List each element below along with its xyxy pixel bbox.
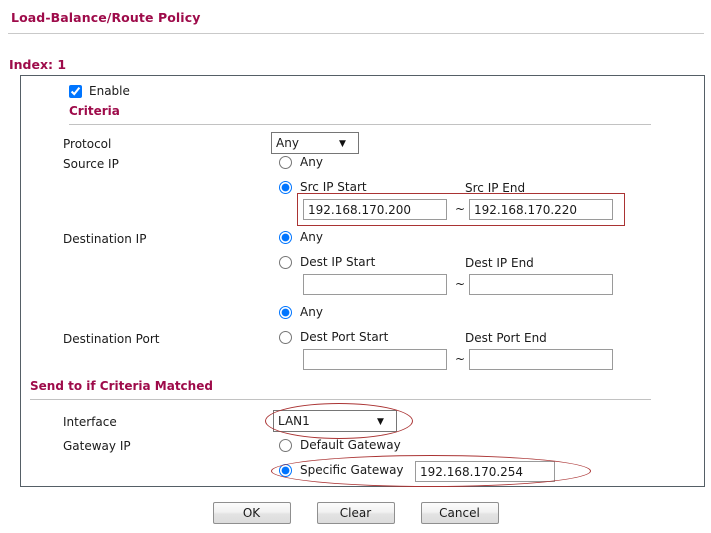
gateway-specific-radio[interactable] — [279, 463, 292, 477]
policy-panel: Enable Criteria Protocol Any ▼ Source IP… — [20, 75, 705, 487]
source-ip-range-radio[interactable] — [279, 180, 292, 194]
dest-ip-separator: ~ — [455, 277, 466, 291]
clear-button[interactable]: Clear — [316, 502, 395, 524]
gateway-ip-label: Gateway IP — [63, 439, 131, 453]
src-ip-end-input[interactable] — [469, 199, 613, 220]
gateway-specific-label[interactable]: Specific Gateway — [300, 463, 404, 477]
gateway-default-row[interactable]: Default Gateway — [279, 438, 401, 452]
protocol-select[interactable]: Any — [271, 132, 359, 154]
page-title: Load-Balance/Route Policy — [11, 10, 201, 25]
source-ip-label: Source IP — [63, 157, 119, 171]
destination-ip-end-label: Dest IP End — [465, 256, 534, 270]
button-bar: OK Clear Cancel — [0, 502, 711, 524]
cancel-button[interactable]: Cancel — [420, 502, 499, 524]
criteria-divider — [69, 124, 651, 125]
destination-port-any-row[interactable]: Any — [279, 305, 323, 319]
interface-select[interactable]: LAN1 — [273, 410, 397, 432]
destination-port-end-label: Dest Port End — [465, 331, 547, 345]
dest-ip-end-input[interactable] — [469, 274, 613, 295]
enable-row[interactable]: Enable — [69, 84, 130, 98]
destination-port-start-label[interactable]: Dest Port Start — [300, 330, 388, 344]
source-ip-end-label: Src IP End — [465, 181, 526, 195]
gateway-default-label[interactable]: Default Gateway — [300, 438, 401, 452]
gateway-default-radio[interactable] — [279, 438, 292, 452]
gateway-specific-row[interactable]: Specific Gateway — [279, 463, 404, 477]
destination-ip-label: Destination IP — [63, 232, 147, 246]
dest-port-start-input[interactable] — [303, 349, 447, 370]
destination-ip-any-label[interactable]: Any — [300, 230, 323, 244]
destination-port-any-radio[interactable] — [279, 305, 292, 319]
source-ip-any-radio[interactable] — [279, 155, 292, 169]
destination-ip-start-label[interactable]: Dest IP Start — [300, 255, 375, 269]
destination-ip-any-row[interactable]: Any — [279, 230, 323, 244]
criteria-heading: Criteria — [69, 104, 120, 118]
src-ip-start-input[interactable] — [303, 199, 447, 220]
destination-port-range-radio[interactable] — [279, 330, 292, 344]
destination-port-range-row[interactable]: Dest Port Start — [279, 330, 388, 344]
send-to-divider — [30, 399, 651, 400]
source-ip-any-row[interactable]: Any — [279, 155, 323, 169]
dest-ip-start-input[interactable] — [303, 274, 447, 295]
destination-ip-range-row[interactable]: Dest IP Start — [279, 255, 375, 269]
source-ip-start-label[interactable]: Src IP Start — [300, 180, 367, 194]
send-to-heading: Send to if Criteria Matched — [30, 379, 213, 393]
source-ip-any-label[interactable]: Any — [300, 155, 323, 169]
dest-port-end-input[interactable] — [469, 349, 613, 370]
specific-gateway-input[interactable] — [415, 461, 555, 482]
protocol-label: Protocol — [63, 137, 112, 151]
index-label: Index: 1 — [9, 57, 67, 72]
destination-port-any-label[interactable]: Any — [300, 305, 323, 319]
title-divider — [8, 33, 704, 34]
destination-port-label: Destination Port — [63, 332, 160, 346]
ok-button[interactable]: OK — [212, 502, 291, 524]
dest-port-separator: ~ — [455, 352, 466, 366]
destination-ip-range-radio[interactable] — [279, 255, 292, 269]
enable-label[interactable]: Enable — [89, 84, 130, 98]
source-ip-range-row[interactable]: Src IP Start — [279, 180, 367, 194]
src-ip-separator: ~ — [455, 202, 466, 216]
enable-checkbox[interactable] — [69, 84, 82, 98]
destination-ip-any-radio[interactable] — [279, 230, 292, 244]
interface-label: Interface — [63, 415, 117, 429]
